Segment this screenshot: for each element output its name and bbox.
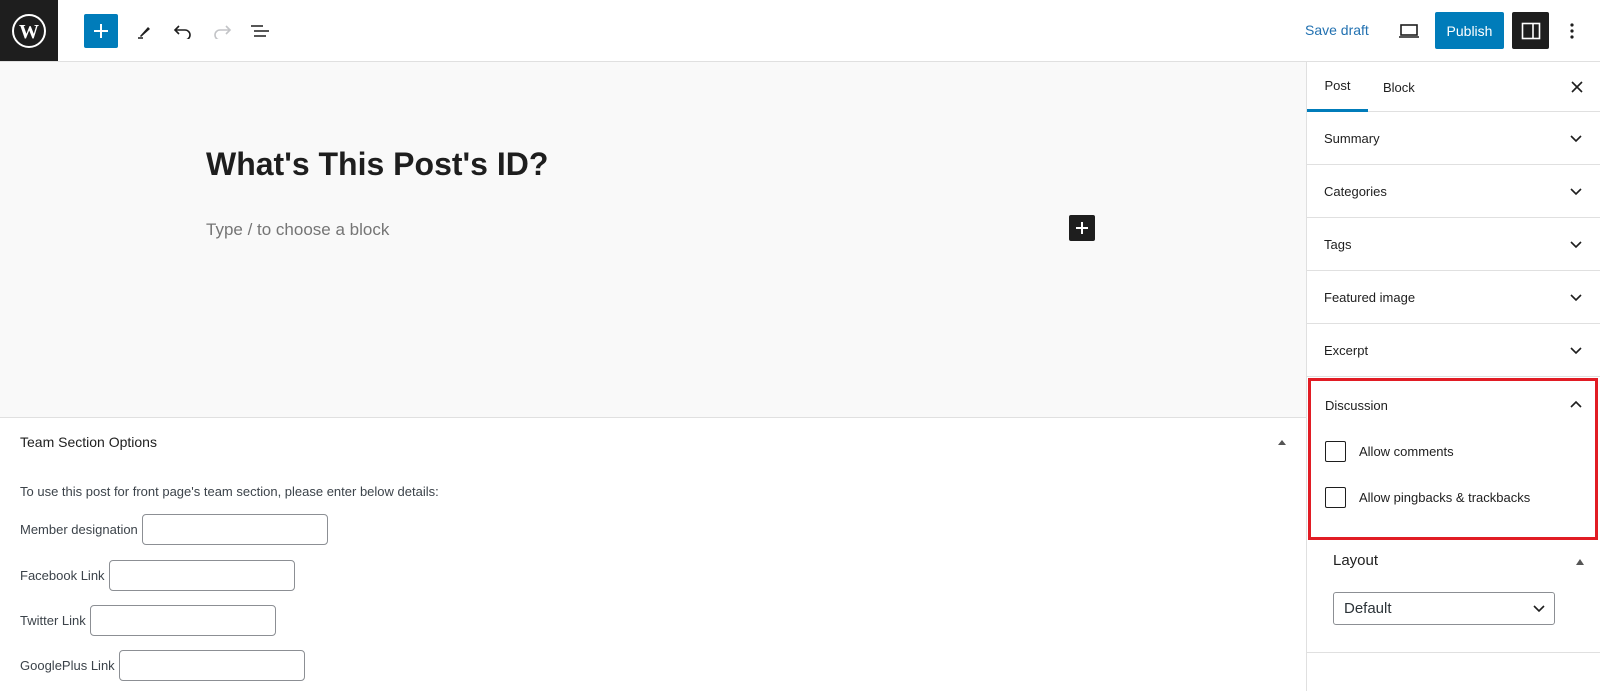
- list-view-icon: [251, 25, 269, 37]
- panel-label: Summary: [1324, 131, 1380, 146]
- panel-label: Excerpt: [1324, 343, 1369, 358]
- checkbox-label: Allow comments: [1359, 444, 1454, 459]
- panel-label[interactable]: Discussion: [1325, 398, 1388, 413]
- chevron-down-icon: [1570, 294, 1582, 302]
- field-label: Facebook Link: [20, 568, 105, 583]
- save-draft-button[interactable]: Save draft: [1305, 22, 1369, 38]
- twitter-link-input[interactable]: [89, 605, 276, 636]
- panel-summary[interactable]: Summary: [1307, 112, 1600, 165]
- panel-label: Categories: [1324, 184, 1387, 199]
- sidebar-tabs: Post Block: [1307, 62, 1600, 112]
- field-label: Twitter Link: [20, 613, 86, 628]
- redo-button[interactable]: [205, 14, 239, 48]
- metabox-description: To use this post for front page's team s…: [20, 484, 439, 499]
- allow-pingbacks-option: Allow pingbacks & trackbacks: [1325, 487, 1530, 508]
- sidebar-toggle-icon: [1521, 22, 1540, 39]
- chevron-up-icon[interactable]: [1569, 398, 1583, 412]
- svg-text:W: W: [19, 21, 39, 43]
- chevron-down-icon: [1533, 605, 1545, 613]
- panel-excerpt[interactable]: Excerpt: [1307, 324, 1600, 377]
- field-label: Member designation: [20, 522, 138, 537]
- allow-comments-checkbox[interactable]: [1325, 441, 1346, 462]
- member-designation-input[interactable]: [141, 514, 328, 545]
- panel-categories[interactable]: Categories: [1307, 165, 1600, 218]
- checkbox-label: Allow pingbacks & trackbacks: [1359, 490, 1531, 505]
- panel-discussion: Discussion Allow comments Allow pingback…: [1308, 378, 1598, 540]
- layout-panel-title: Layout: [1333, 552, 1379, 569]
- layout-selected-value: Default: [1344, 600, 1392, 617]
- googleplus-link-input[interactable]: [118, 650, 305, 681]
- twitter-link-row: Twitter Link: [20, 605, 276, 636]
- desktop-preview-icon: [1399, 24, 1419, 38]
- layout-collapse-icon[interactable]: [1576, 559, 1584, 565]
- panel-label: Featured image: [1324, 290, 1416, 305]
- redo-icon: [214, 25, 232, 39]
- metabox-collapse-icon[interactable]: [1278, 440, 1286, 445]
- post-title[interactable]: What's This Post's ID?: [206, 146, 548, 183]
- metabox-title: Team Section Options: [20, 434, 157, 450]
- editor-toolbar: W Save draft Publish: [0, 0, 1600, 62]
- block-placeholder[interactable]: Type / to choose a block: [206, 220, 389, 240]
- chevron-down-icon: [1570, 135, 1582, 143]
- plus-icon: [94, 24, 108, 38]
- undo-icon: [173, 25, 191, 39]
- inline-add-block-button[interactable]: [1069, 215, 1095, 241]
- settings-sidebar: Post Block Summary Categories Tags Featu…: [1306, 62, 1600, 691]
- facebook-link-input[interactable]: [108, 560, 295, 591]
- panel-tags[interactable]: Tags: [1307, 218, 1600, 271]
- options-menu-button[interactable]: [1557, 14, 1587, 48]
- panel-featured-image[interactable]: Featured image: [1307, 271, 1600, 324]
- plus-icon: [1076, 222, 1088, 234]
- publish-button[interactable]: Publish: [1435, 12, 1504, 49]
- team-section-metabox: Team Section Options To use this post fo…: [0, 418, 1306, 691]
- tab-post[interactable]: Post: [1307, 62, 1368, 112]
- facebook-link-row: Facebook Link: [20, 560, 295, 591]
- divider: [1307, 652, 1600, 653]
- member-designation-row: Member designation: [20, 514, 328, 545]
- more-vertical-icon: [1570, 23, 1574, 39]
- allow-pingbacks-checkbox[interactable]: [1325, 487, 1346, 508]
- tab-block[interactable]: Block: [1383, 62, 1415, 112]
- wordpress-logo[interactable]: W: [0, 0, 58, 61]
- chevron-down-icon: [1570, 188, 1582, 196]
- pencil-icon: [138, 27, 150, 39]
- preview-button[interactable]: [1392, 14, 1426, 48]
- chevron-down-icon: [1570, 347, 1582, 355]
- close-sidebar-button[interactable]: [1566, 76, 1588, 98]
- editor-canvas: What's This Post's ID? Type / to choose …: [0, 62, 1306, 418]
- allow-comments-option: Allow comments: [1325, 441, 1454, 462]
- panel-label: Tags: [1324, 237, 1352, 252]
- add-block-button[interactable]: [84, 14, 118, 48]
- settings-toggle-button[interactable]: [1512, 12, 1549, 49]
- field-label: GooglePlus Link: [20, 658, 115, 673]
- list-view-button[interactable]: [243, 14, 277, 48]
- wordpress-logo-icon: W: [12, 13, 46, 48]
- close-icon: [1571, 81, 1583, 93]
- undo-button[interactable]: [166, 14, 200, 48]
- layout-select[interactable]: Default: [1333, 592, 1555, 625]
- chevron-down-icon: [1570, 241, 1582, 249]
- googleplus-link-row: GooglePlus Link: [20, 650, 305, 681]
- tools-button[interactable]: [128, 14, 162, 48]
